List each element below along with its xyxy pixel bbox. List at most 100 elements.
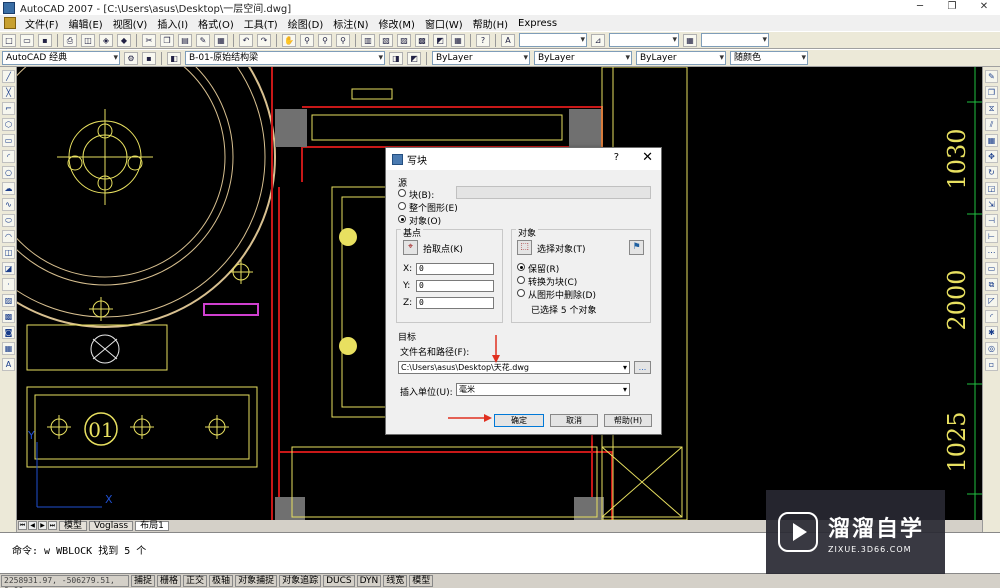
- pick-point-label[interactable]: 拾取点(K): [423, 242, 463, 255]
- multiline-text-icon[interactable]: A: [2, 358, 15, 371]
- paste-icon[interactable]: ▤: [178, 33, 192, 47]
- ducs-toggle[interactable]: DUCS: [323, 575, 355, 587]
- menu-format[interactable]: 格式(O): [193, 16, 239, 31]
- x-input[interactable]: 0: [416, 263, 494, 275]
- break-at-point-icon[interactable]: ⋯: [985, 246, 998, 259]
- construction-line-icon[interactable]: ╳: [2, 86, 15, 99]
- dyn-toggle[interactable]: DYN: [356, 575, 382, 587]
- circle-icon[interactable]: ○: [2, 166, 15, 179]
- zoom-realtime-icon[interactable]: ⚲: [300, 33, 314, 47]
- insert-units-select[interactable]: 毫米: [456, 383, 630, 396]
- plotstyle-combo[interactable]: 随颜色: [730, 51, 808, 65]
- model-toggle[interactable]: 模型: [409, 575, 434, 587]
- menu-insert[interactable]: 插入(I): [152, 16, 193, 31]
- make-block-icon[interactable]: ◪: [2, 262, 15, 275]
- minimize-button[interactable]: ─: [904, 0, 936, 15]
- sheet-set-icon[interactable]: ▩: [415, 33, 429, 47]
- copy-icon[interactable]: ❐: [160, 33, 174, 47]
- 3d-dwf-icon[interactable]: ◆: [117, 33, 131, 47]
- point-icon[interactable]: ·: [2, 278, 15, 291]
- extend-icon[interactable]: ⊢: [985, 230, 998, 243]
- last-tab-icon[interactable]: ⏭: [48, 521, 57, 530]
- object-snap-icon[interactable]: ◎: [985, 342, 998, 355]
- revision-cloud-icon[interactable]: ☁: [2, 182, 15, 195]
- insert-block-icon[interactable]: ◫: [2, 246, 15, 259]
- layer-manager-icon[interactable]: ◧: [167, 51, 181, 65]
- print-icon[interactable]: ⎙: [63, 33, 77, 47]
- quick-select-icon[interactable]: ⚑: [629, 240, 644, 255]
- trim-icon[interactable]: ⊣: [985, 214, 998, 227]
- menu-draw[interactable]: 绘图(D): [283, 16, 329, 31]
- menu-view[interactable]: 视图(V): [108, 16, 153, 31]
- first-tab-icon[interactable]: ⏮: [18, 521, 27, 530]
- next-tab-icon[interactable]: ▶: [38, 521, 47, 530]
- dialog-close-button[interactable]: ✕: [642, 150, 653, 165]
- menu-express[interactable]: Express: [513, 18, 562, 29]
- workspace-combo[interactable]: AutoCAD 经典: [2, 51, 120, 65]
- polyline-icon[interactable]: ⌐: [2, 102, 15, 115]
- linetype-combo[interactable]: ByLayer: [534, 51, 632, 65]
- break-icon[interactable]: ▭: [985, 262, 998, 275]
- pan-icon[interactable]: ✋: [282, 33, 296, 47]
- zoom-window-icon[interactable]: ⚲: [318, 33, 332, 47]
- maximize-button[interactable]: ❐: [936, 0, 968, 15]
- polar-toggle[interactable]: 极轴: [209, 575, 234, 587]
- tool-palettes-icon[interactable]: ▨: [397, 33, 411, 47]
- cut-icon[interactable]: ✂: [142, 33, 156, 47]
- offset-icon[interactable]: ⫽: [985, 118, 998, 131]
- publish-icon[interactable]: ◈: [99, 33, 113, 47]
- hatch-icon[interactable]: ▨: [2, 294, 15, 307]
- table-style-icon[interactable]: ▦: [683, 33, 697, 47]
- open-icon[interactable]: ▭: [20, 33, 34, 47]
- lineweight-toggle[interactable]: 线宽: [383, 575, 408, 587]
- join-icon[interactable]: ⧉: [985, 278, 998, 291]
- gradient-icon[interactable]: ▩: [2, 310, 15, 323]
- cancel-button[interactable]: 取消: [550, 414, 598, 427]
- workspace-save-icon[interactable]: ▪: [142, 51, 156, 65]
- dim-style-icon[interactable]: ⊿: [591, 33, 605, 47]
- grid-toggle[interactable]: 栅格: [157, 575, 182, 587]
- properties-icon[interactable]: ▥: [361, 33, 375, 47]
- menu-help[interactable]: 帮助(H): [468, 16, 513, 31]
- arc-icon[interactable]: ◜: [2, 150, 15, 163]
- new-icon[interactable]: □: [2, 33, 16, 47]
- menu-file[interactable]: 文件(F): [20, 16, 64, 31]
- layer-combo[interactable]: B-01-原始结构梁: [185, 51, 385, 65]
- rotate-icon[interactable]: ↻: [985, 166, 998, 179]
- block-editor-icon[interactable]: ▦: [214, 33, 228, 47]
- snap-endpoint-icon[interactable]: ▫: [985, 358, 998, 371]
- delete-from-drawing-radio[interactable]: [517, 289, 525, 297]
- select-objects-label[interactable]: 选择对象(T): [537, 242, 586, 255]
- dialog-help-button[interactable]: ?: [614, 152, 619, 163]
- z-input[interactable]: 0: [416, 297, 494, 309]
- tab-layout1[interactable]: 布局1: [135, 520, 169, 531]
- menu-window[interactable]: 窗口(W): [420, 16, 468, 31]
- document-icon[interactable]: [4, 17, 16, 29]
- preview-icon[interactable]: ◫: [81, 33, 95, 47]
- snap-toggle[interactable]: 捕捉: [131, 575, 156, 587]
- text-style-icon[interactable]: A: [501, 33, 515, 47]
- explode-icon[interactable]: ✱: [985, 326, 998, 339]
- save-icon[interactable]: ▪: [38, 33, 52, 47]
- workspace-settings-icon[interactable]: ⚙: [124, 51, 138, 65]
- select-objects-icon[interactable]: ⬚: [517, 240, 532, 255]
- rectangle-icon[interactable]: ▭: [2, 134, 15, 147]
- y-input[interactable]: 0: [416, 280, 494, 292]
- dim-style-combo[interactable]: [609, 33, 679, 47]
- zoom-previous-icon[interactable]: ⚲: [336, 33, 350, 47]
- make-current-layer-icon[interactable]: ◨: [389, 51, 403, 65]
- ellipse-icon[interactable]: ⬭: [2, 214, 15, 227]
- prev-tab-icon[interactable]: ◀: [28, 521, 37, 530]
- fillet-icon[interactable]: ◜: [985, 310, 998, 323]
- erase-icon[interactable]: ✎: [985, 70, 998, 83]
- design-center-icon[interactable]: ▧: [379, 33, 393, 47]
- help-button[interactable]: 帮助(H): [604, 414, 652, 427]
- file-path-input[interactable]: C:\Users\asus\Desktop\天花.dwg: [398, 361, 630, 374]
- text-style-combo[interactable]: [519, 33, 587, 47]
- tab-model[interactable]: 模型: [59, 520, 88, 531]
- ellipse-arc-icon[interactable]: ◠: [2, 230, 15, 243]
- region-icon[interactable]: ◙: [2, 326, 15, 339]
- line-icon[interactable]: ╱: [2, 70, 15, 83]
- table-style-combo[interactable]: [701, 33, 769, 47]
- menu-modify[interactable]: 修改(M): [374, 16, 420, 31]
